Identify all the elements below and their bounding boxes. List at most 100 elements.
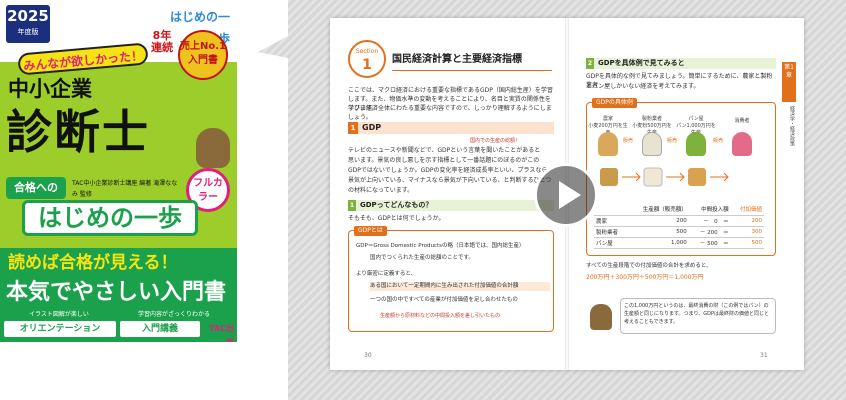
section-badge: Section 1: [348, 40, 386, 78]
authors-text: TAC中小企業診断士講座 編著 滝澤ななみ 監修: [72, 180, 178, 198]
table-cell: 500: [627, 226, 689, 238]
value-added-table: 生産額（販売額） 中間投入額 付加価値 農家 200 － 0 ＝ 200 製粉業…: [594, 204, 764, 249]
table-cell: 農家: [594, 215, 628, 227]
owl-mascot-icon: [590, 304, 612, 330]
subheading-example-number: 2: [587, 60, 593, 67]
product-flow-illustration: [600, 167, 729, 187]
slogan-line-2: 本気でやさしい入門書: [6, 280, 227, 305]
section-underline: [392, 70, 552, 71]
cover-title-sub: 中小企業: [8, 77, 92, 101]
note-right: 学習内容がざっくりわかる: [137, 311, 210, 318]
chapter-title-vertical: 経済学・経済政策: [789, 106, 795, 146]
section-title: 国民経済計算と主要経済指標: [392, 54, 522, 65]
heading-gdp-number: 1: [350, 124, 356, 132]
table-cell: 1,000: [627, 237, 689, 249]
flow-arrow-2: [666, 172, 685, 182]
play-button[interactable]: [534, 163, 598, 227]
gdp-definition-tag: GDPとは: [354, 226, 387, 236]
gdp-example-tag: GDPの具体例: [592, 98, 637, 108]
flour-icon: [643, 167, 663, 187]
table-row: 農家 200 － 0 ＝ 200: [594, 215, 764, 227]
sum-line-1: すべての生産段階での付加価値の合計を求めると、: [586, 263, 712, 269]
actor-miller-name: 製粉業者: [641, 116, 662, 122]
streak-ribbon: 8年連続: [151, 29, 173, 54]
bread-icon: [688, 168, 706, 186]
table-cell: － 200 ＝: [688, 226, 731, 238]
body-line-2: 思います。景気の良し悪しを示す指標として一番話題にのぼるのがこの: [348, 157, 540, 164]
table-header: 中間投入額: [688, 204, 731, 216]
table-cell: 300: [730, 226, 764, 238]
actor-consumer-name: 消費者: [734, 118, 750, 124]
baker-icon: [686, 132, 706, 156]
body-line-4: 景気が上向いている、マイナスなら景気が下向いている、と判断するひとつ: [348, 177, 552, 184]
tag-intro-lecture: 入門講義: [120, 321, 200, 337]
table-header: [594, 204, 628, 216]
section-label: Section: [355, 48, 379, 55]
body-line-1: テレビのニュースや新聞などで、GDPという言葉を聞いたことがあると: [348, 147, 541, 154]
definition-line-2: 国内でつくられた生産の総額のことです。: [370, 255, 474, 261]
consumer-icon: [732, 132, 752, 156]
year-suffix: 年度版: [17, 28, 39, 36]
sum-line-2: 200万円＋300万円＋500万円＝1,000万円: [586, 274, 704, 281]
arrow-sell-3: 販売: [712, 138, 723, 144]
subheading-example: 2 GDPを具体例で見てみると: [586, 58, 776, 69]
slogan-line-1: 読めば合格が見える！: [8, 253, 178, 273]
table-header-row: 生産額（販売額） 中間投入額 付加価値: [594, 204, 764, 216]
table-cell: 500: [730, 237, 764, 249]
first-step-title: はじめの一歩: [22, 200, 198, 236]
example-intro-2: とパン屋しかいない経済を考えてみます。: [586, 83, 700, 90]
intro-paragraph-2: マクロ経済全体にわたる重要な内容ですので、しっかり理解するようにしましょう。: [348, 105, 552, 121]
section-number: 1: [362, 57, 372, 73]
arrow-sell-2: 販売: [666, 138, 677, 144]
owl-mascot-icon: [196, 128, 230, 168]
table-cell: 製粉業者: [594, 226, 628, 238]
heading-gdp-text: GDP: [362, 123, 382, 132]
table-cell: 200: [730, 215, 764, 227]
body-line-5: の材料になっています。: [348, 187, 414, 194]
memo-text: この1,000万円というのは、最終消費の財（この例ではパン）の生産額と同じになり…: [624, 303, 770, 325]
page-number-left: 30: [364, 352, 372, 359]
subheading-number: 1: [349, 202, 355, 209]
actor-baker-name: パン屋: [688, 116, 704, 122]
table-row: 製粉業者 500 － 200 ＝ 300: [594, 226, 764, 238]
arrow-sell-1: 販売: [622, 138, 633, 144]
table-header: 付加価値: [730, 204, 764, 216]
table-cell: 200: [627, 215, 689, 227]
year-text: 2025: [7, 7, 49, 25]
body-line-3: GDPではないでしょうか。GDPの変化率を経済成長率といい、プラスなら: [348, 167, 548, 174]
page-number-right: 31: [760, 352, 768, 359]
pass-label: 合格への: [6, 177, 66, 199]
subheading-what-is-gdp: 1 GDPってどんなもの？: [348, 200, 554, 211]
publisher-logo: TAC出版: [209, 324, 234, 342]
definition-line-6: 生産額から原材料などの中間投入額を差し引いたもの: [380, 313, 501, 319]
table-cell: － 500 ＝: [688, 237, 731, 249]
sales-badge: 売上No.1 入門書: [178, 30, 228, 80]
definition-line-5: 一つの国の中ですべての産業が付加価値を足し合わせたもの: [370, 297, 518, 303]
flow-arrow-1: [622, 172, 641, 182]
preview-stage: 2025 年度版 はじめの一歩 8年連続 売上No.1 入門書 みんなが欲しかっ…: [0, 0, 846, 400]
year-badge: 2025 年度版: [6, 5, 50, 43]
definition-line-1: GDP＝Gross Domestic Productsの略（日本語では、国内総生…: [356, 243, 525, 249]
tag-orientation: オリエンテーション: [4, 321, 116, 337]
cover-title-main: 診断士: [6, 105, 150, 159]
miller-icon: [642, 132, 662, 156]
farmer-icon: [598, 132, 618, 156]
definition-line-3: より厳密に定義すると、: [356, 271, 417, 277]
subheading-body: そもそも、GDPとは何でしょうか。: [348, 215, 445, 222]
chapter-tab: 第1章: [782, 62, 796, 102]
table-cell: パン屋: [594, 237, 628, 249]
table-header: 生産額（販売額）: [627, 204, 689, 216]
flow-arrow-3: [710, 172, 729, 182]
heading-gdp: 1 GDP: [348, 122, 554, 134]
heading-gdp-note: 国内での生産の総額！: [470, 138, 521, 144]
series-logo: はじめの一歩: [169, 10, 230, 46]
note-left: イラスト図解が楽しい: [29, 311, 89, 318]
book-cover[interactable]: 2025 年度版 はじめの一歩 8年連続 売上No.1 入門書 みんなが欲しかっ…: [0, 0, 237, 342]
subheading-text: GDPってどんなもの？: [360, 201, 433, 209]
table-row: パン屋 1,000 － 500 ＝ 500: [594, 237, 764, 249]
definition-line-4: ある国において一定期間内に生み出された付加価値の合計額: [370, 282, 550, 291]
play-icon: [559, 181, 581, 209]
subheading-example-text: GDPを具体例で見てみると: [598, 59, 685, 67]
wheat-icon: [600, 168, 618, 186]
actor-farmer-name: 農家: [602, 116, 613, 122]
